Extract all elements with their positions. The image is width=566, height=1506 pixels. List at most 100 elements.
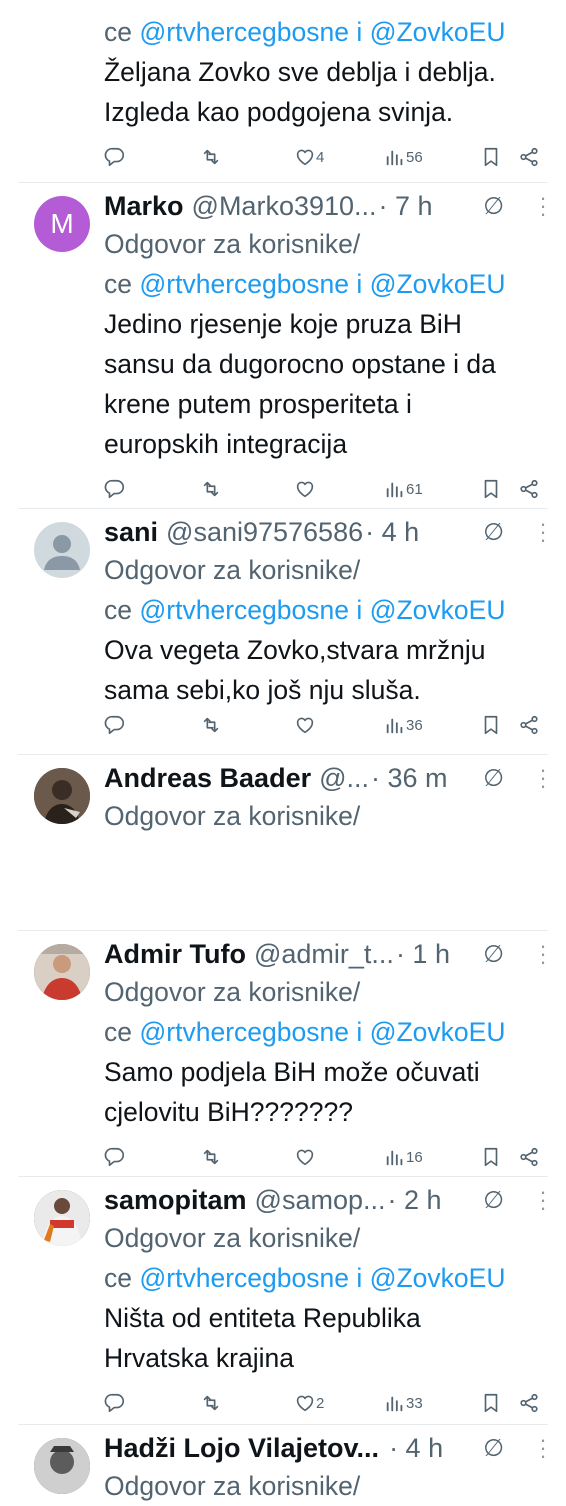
tweet-text: krene putem prosperiteta i [104,389,412,419]
divider [18,182,548,183]
more-icon[interactable]: · · · [536,187,550,225]
display-name[interactable]: Admir Tufo [104,939,246,970]
tweet-text: Željana Zovko sve deblja i deblja. [104,57,496,87]
display-name[interactable]: Andreas Baader [104,763,311,794]
reply-context: Odgovor za korisnike/ [104,555,361,585]
mention-link[interactable]: @rtvhercegbosne [139,269,349,299]
retweet-icon[interactable] [200,478,222,500]
mention-link[interactable]: @ZovkoEU [370,17,506,47]
share-icon[interactable] [518,146,540,168]
reply-icon[interactable] [104,714,126,736]
tweet-text: Ništa od entiteta Republika [104,1303,421,1333]
reply-icon[interactable] [104,146,126,168]
reply-icon[interactable] [104,1146,126,1168]
heart-icon[interactable]: 2 [294,1392,324,1414]
avatar[interactable] [34,522,90,578]
more-icon[interactable]: · · · [536,513,550,551]
timestamp[interactable]: · 1 h [396,939,450,970]
views-icon[interactable]: 33 [384,1392,423,1414]
more-icon[interactable]: · · · [536,1181,550,1219]
mention-link[interactable]: @ZovkoEU [370,1017,506,1047]
retweet-icon[interactable] [200,714,222,736]
timestamp[interactable]: · 2 h [388,1185,442,1216]
bookmark-icon[interactable] [480,146,502,168]
timestamp[interactable]: · 4 h [365,517,419,548]
display-name[interactable]: Hadži Lojo Vilajetov... [104,1433,379,1464]
action-bar: 4 56 [104,142,550,182]
views-icon[interactable]: 56 [384,146,423,168]
avatar[interactable] [34,768,90,824]
display-name[interactable]: Marko [104,191,184,222]
divider [18,508,548,509]
tweet-text: Jedino rjesenje koje pruza BiH [104,309,462,339]
mention-link[interactable]: @rtvhercegbosne [139,595,349,625]
share-icon[interactable] [518,1392,540,1414]
grok-icon[interactable]: ∅ [483,1186,504,1215]
mention-link[interactable]: @rtvhercegbosne [139,17,349,47]
divider [18,930,548,931]
share-icon[interactable] [518,1146,540,1168]
views-icon[interactable]: 61 [384,478,423,500]
handle[interactable]: @admir_t... [254,939,394,970]
tweet-header: Marko @Marko3910... · 7 h ∅ · · · [104,187,550,225]
handle[interactable]: @... [319,763,369,794]
bookmark-icon[interactable] [480,1146,502,1168]
reply-icon[interactable] [104,1392,126,1414]
divider [18,754,548,755]
heart-icon[interactable] [294,714,316,736]
heart-icon[interactable]: 4 [294,146,324,168]
more-icon[interactable]: · · · [536,935,550,973]
tweet-text: europskih integracija [104,429,348,459]
handle[interactable]: @Marko3910... [192,191,377,222]
mention-link[interactable]: @ZovkoEU [370,595,506,625]
tweet-text: cjelovitu BiH??????? [104,1097,353,1127]
grok-icon[interactable]: ∅ [483,192,504,221]
tweet-header: Hadži Lojo Vilajetov... · 4 h ∅ · · · [104,1429,550,1467]
bookmark-icon[interactable] [480,478,502,500]
avatar[interactable] [34,1190,90,1246]
display-name[interactable]: sani [104,517,158,548]
timestamp[interactable]: · 36 m [371,763,448,794]
views-count: 33 [406,1394,423,1412]
display-name[interactable]: samopitam [104,1185,247,1216]
grok-icon[interactable]: ∅ [483,518,504,547]
share-icon[interactable] [518,478,540,500]
mention-link[interactable]: @ZovkoEU [370,269,506,299]
mention-link[interactable]: @rtvhercegbosne [139,1017,349,1047]
views-icon[interactable]: 16 [384,1146,423,1168]
tweet-header: Andreas Baader @... · 36 m ∅ · · · [104,759,550,797]
retweet-icon[interactable] [200,1392,222,1414]
share-icon[interactable] [518,714,540,736]
more-icon[interactable]: · · · [536,1429,550,1467]
timestamp[interactable]: · 7 h [379,191,433,222]
retweet-icon[interactable] [200,146,222,168]
bookmark-icon[interactable] [480,1392,502,1414]
more-icon[interactable]: · · · [536,759,550,797]
tweet-header: Admir Tufo @admir_t... · 1 h ∅ · · · [104,935,550,973]
grok-icon[interactable]: ∅ [483,764,504,793]
heart-icon[interactable] [294,1146,316,1168]
grok-icon[interactable]: ∅ [483,1434,504,1463]
reply-icon[interactable] [104,478,126,500]
handle[interactable]: @sani97576586 [166,517,363,548]
profile-photo-icon [34,1190,90,1246]
profile-photo-icon [34,768,90,824]
views-icon[interactable]: 36 [384,714,423,736]
timestamp[interactable]: · 4 h [389,1433,443,1464]
avatar[interactable] [34,944,90,1000]
handle[interactable]: @samop... [255,1185,386,1216]
like-count: 2 [316,1394,325,1412]
divider [18,1424,548,1425]
mention-link[interactable]: @rtvhercegbosne [139,1263,349,1293]
heart-icon[interactable] [294,478,316,500]
avatar[interactable] [34,1438,90,1494]
avatar[interactable]: M [34,196,90,252]
default-avatar-icon [44,535,80,570]
mentions-line: ce @rtvhercegbosne i @ZovkoEU [104,1017,506,1047]
retweet-icon[interactable] [200,1146,222,1168]
mention-link[interactable]: @ZovkoEU [370,1263,506,1293]
tweet-text: sansu da dugorocno opstane i da [104,349,496,379]
grok-icon[interactable]: ∅ [483,940,504,969]
bookmark-icon[interactable] [480,714,502,736]
mentions-line: ce @rtvhercegbosne i @ZovkoEU [104,17,506,47]
